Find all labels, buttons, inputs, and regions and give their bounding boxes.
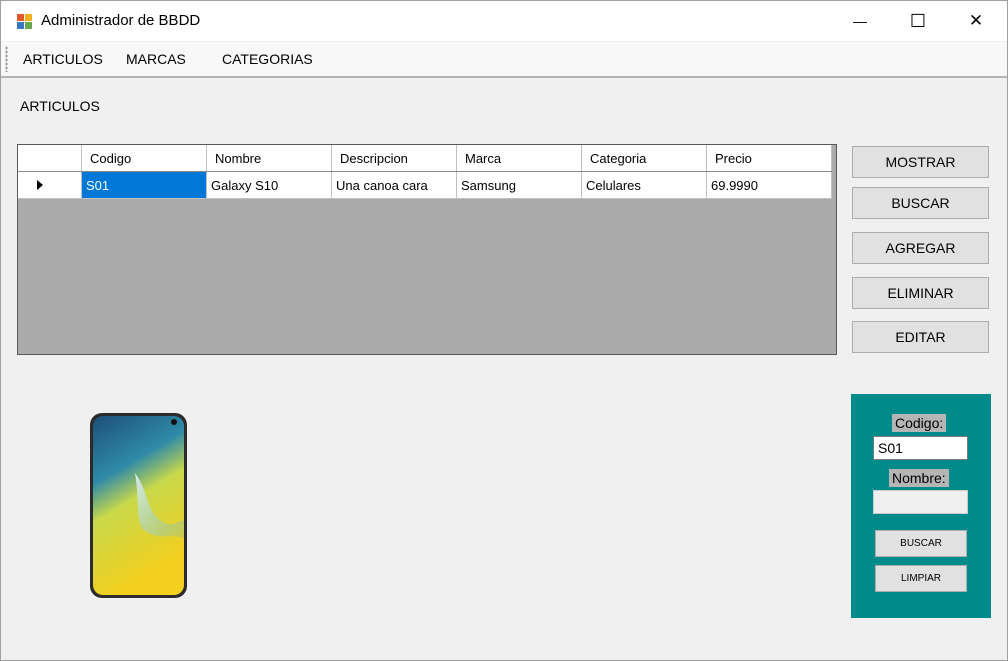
cell-precio[interactable]: 69.9990 [707,172,832,199]
table-row[interactable]: S01 Galaxy S10 Una canoa cara Samsung Ce… [18,172,832,199]
articles-grid[interactable]: Codigo Nombre Descripcion Marca Categori… [17,144,837,355]
agregar-button[interactable]: AGREGAR [852,232,989,264]
menu-item-marcas[interactable]: MARCAS [126,51,186,67]
codigo-label: Codigo: [892,414,947,432]
column-header-codigo[interactable]: Codigo [82,145,207,171]
cell-categoria[interactable]: Celulares [582,172,707,199]
menu-item-categorias[interactable]: CATEGORIAS [222,51,313,67]
section-title: ARTICULOS [20,98,100,114]
row-header-corner[interactable] [18,145,82,171]
search-panel: Codigo: Nombre: BUSCAR LIMPIAR [851,394,991,618]
title-bar: Administrador de BBDD — ☐ ✕ [1,1,1007,41]
column-header-descripcion[interactable]: Descripcion [332,145,457,171]
editar-button[interactable]: EDITAR [852,321,989,353]
cell-codigo[interactable]: S01 [82,172,207,199]
maximize-button[interactable]: ☐ [889,1,947,41]
mostrar-button[interactable]: MOSTRAR [852,146,989,178]
cell-marca[interactable]: Samsung [457,172,582,199]
minimize-button[interactable]: — [831,1,889,41]
close-button[interactable]: ✕ [947,1,1005,41]
product-image [90,413,187,598]
app-icon [17,14,32,29]
eliminar-button[interactable]: ELIMINAR [852,277,989,309]
buscar-button[interactable]: BUSCAR [852,187,989,219]
nombre-label: Nombre: [889,469,949,487]
menu-grip[interactable] [5,46,8,72]
menu-item-articulos[interactable]: ARTICULOS [23,51,103,67]
cell-nombre[interactable]: Galaxy S10 [207,172,332,199]
cell-descripcion[interactable]: Una canoa cara [332,172,457,199]
minimize-icon: — [853,13,867,29]
maximize-icon: ☐ [909,10,927,31]
column-header-precio[interactable]: Precio [707,145,832,171]
window-title: Administrador de BBDD [41,12,201,29]
limpiar-button[interactable]: LIMPIAR [875,565,967,592]
menu-bar: ARTICULOS MARCAS CATEGORIAS [1,42,1007,78]
row-pointer-icon [36,180,43,190]
column-header-marca[interactable]: Marca [457,145,582,171]
grid-header: Codigo Nombre Descripcion Marca Categori… [18,145,832,172]
app-window: Administrador de BBDD — ☐ ✕ ARTICULOS MA… [0,0,1008,661]
panel-buscar-button[interactable]: BUSCAR [875,530,967,557]
nombre-field[interactable] [873,490,968,514]
codigo-field[interactable] [873,436,968,460]
column-header-nombre[interactable]: Nombre [207,145,332,171]
close-icon: ✕ [968,11,984,30]
column-header-categoria[interactable]: Categoria [582,145,707,171]
row-header[interactable] [18,172,82,199]
